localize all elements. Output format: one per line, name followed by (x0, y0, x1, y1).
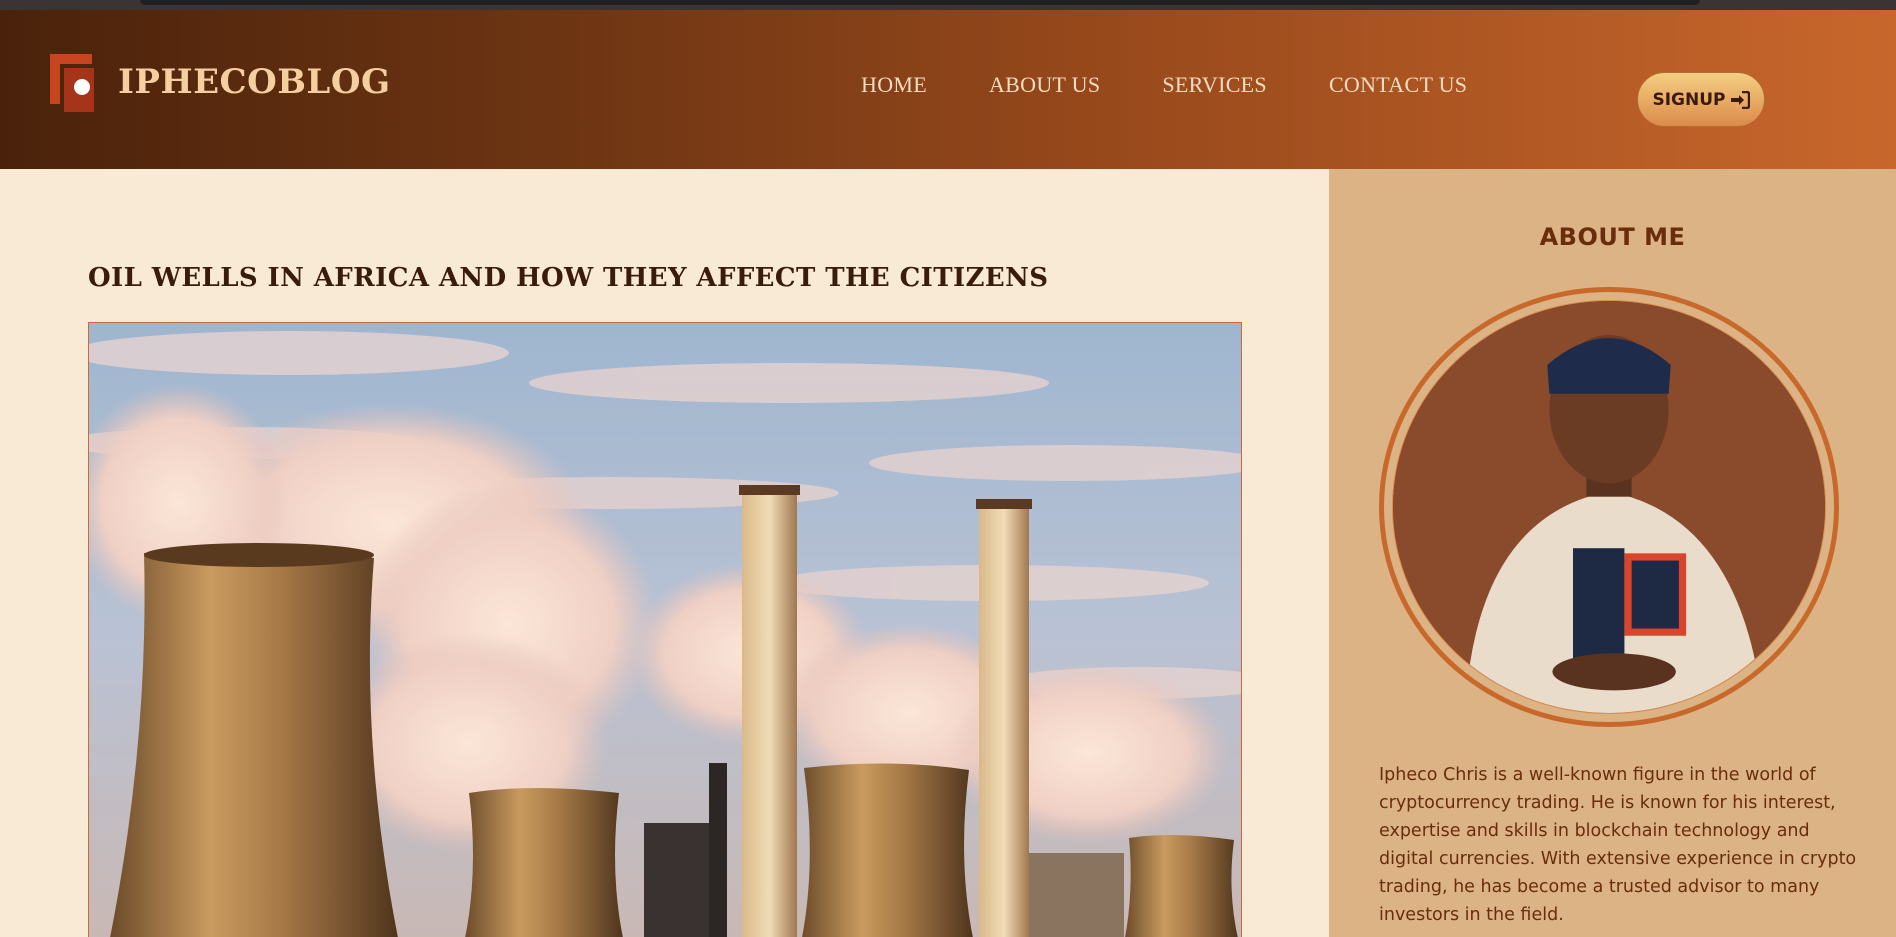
site-header: IPHECOBLOG HOME ABOUT US SERVICES CONTAC… (0, 10, 1896, 169)
site-brand[interactable]: IPHECOBLOG (118, 62, 390, 102)
browser-top-strip (0, 0, 1896, 10)
main-content: OIL WELLS IN AFRICA AND HOW THEY AFFECT … (0, 169, 1329, 937)
author-avatar (1379, 287, 1839, 727)
author-bio: Ipheco Chris is a well-known figure in t… (1379, 765, 1857, 925)
main-nav: HOME ABOUT US SERVICES CONTACT US (861, 72, 1467, 98)
browser-scroll-bar (140, 0, 1700, 5)
sign-in-icon (1730, 90, 1750, 109)
blog-logo-icon[interactable] (50, 54, 94, 112)
post-image[interactable] (88, 322, 1242, 937)
about-me-title: ABOUT ME (1539, 223, 1686, 251)
signup-button[interactable]: SIGNUP (1637, 72, 1765, 127)
signup-label: SIGNUP (1652, 89, 1726, 110)
sidebar: ABOUT ME Ipheco Chris is a well-known fi… (1329, 169, 1896, 937)
nav-contact-us[interactable]: CONTACT US (1329, 72, 1467, 98)
nav-about-us[interactable]: ABOUT US (989, 72, 1100, 98)
nav-services[interactable]: SERVICES (1162, 72, 1267, 98)
post-title[interactable]: OIL WELLS IN AFRICA AND HOW THEY AFFECT … (88, 263, 1048, 293)
nav-home[interactable]: HOME (861, 72, 927, 98)
